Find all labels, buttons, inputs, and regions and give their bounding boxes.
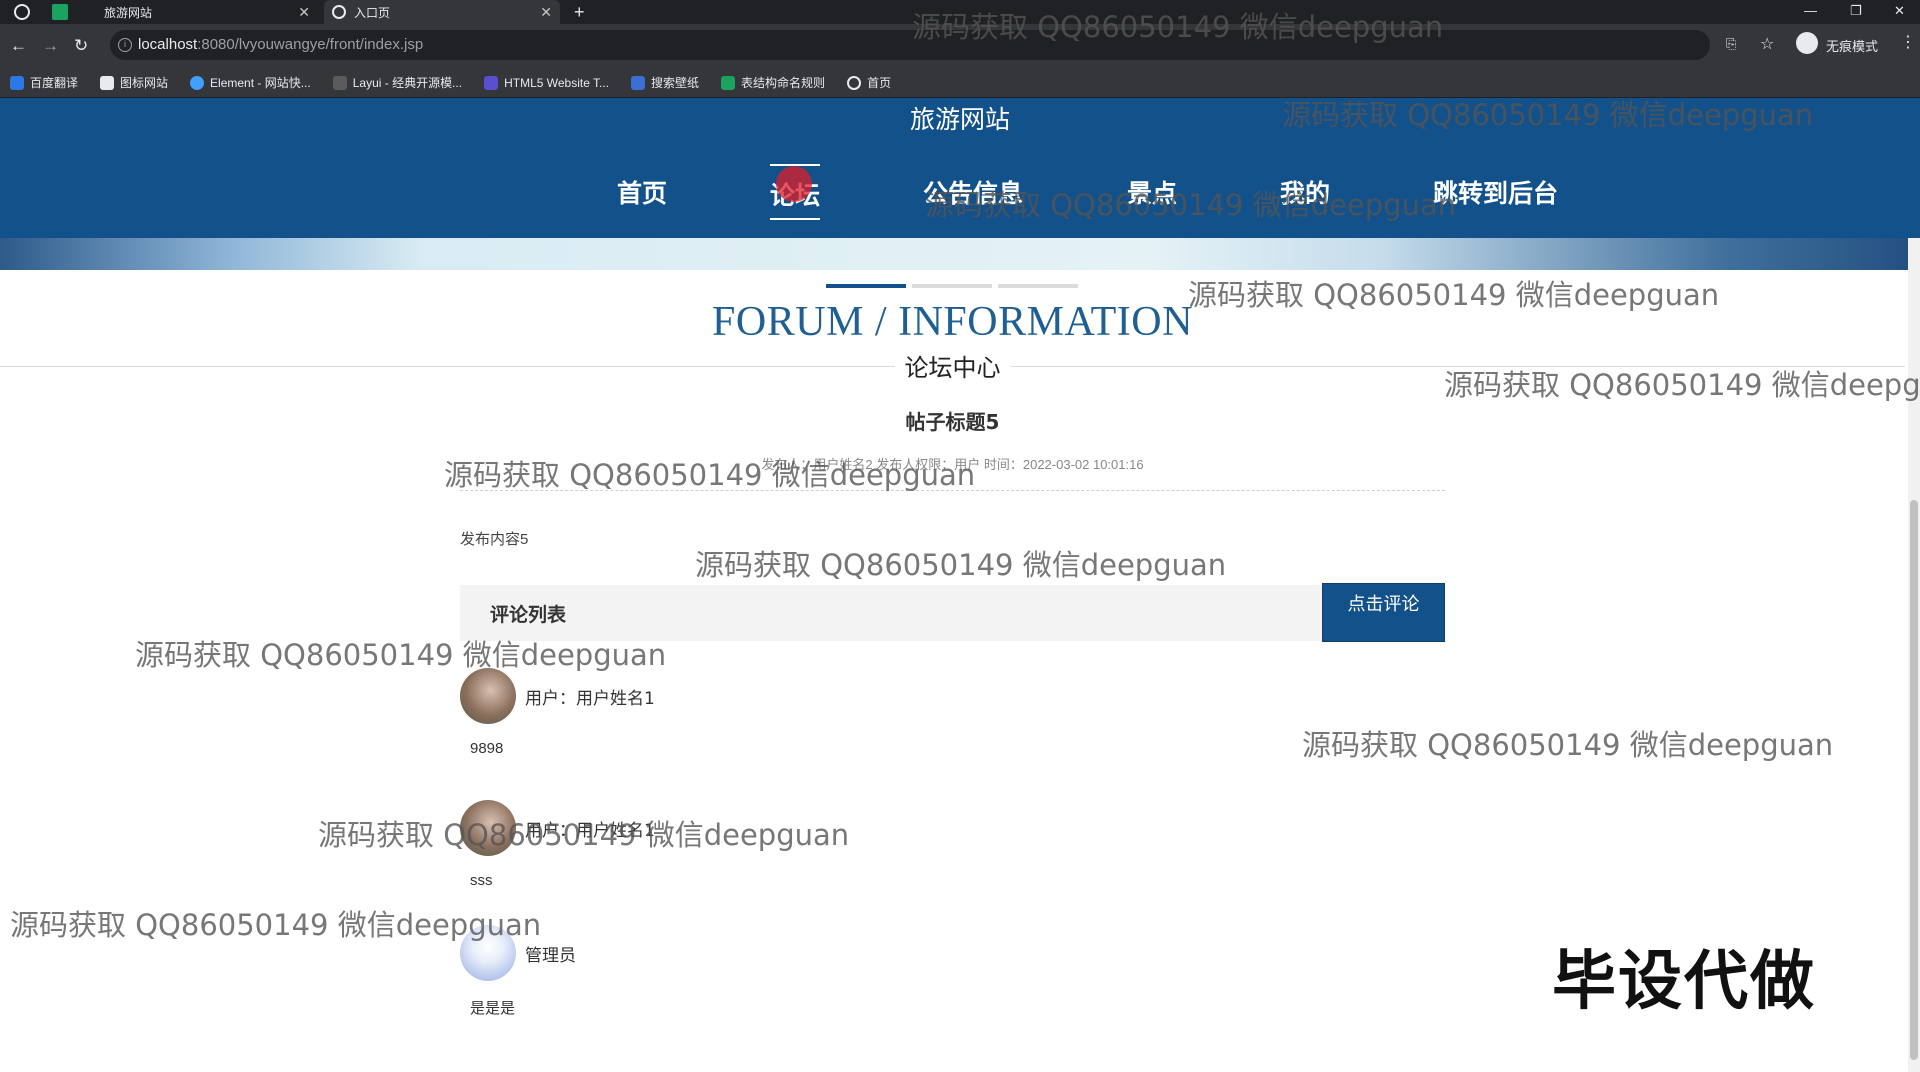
post-meta: 发布人：用户姓名2 发布人权限：用户 时间：2022-03-02 10:01:1… [761,457,1144,472]
sheet-icon [721,75,736,90]
url-path: :8080/lvyouwangye/front/index.jsp [197,36,424,53]
bookmark-item[interactable]: 首页 [847,74,891,91]
cursor-highlight [776,166,812,202]
info-icon[interactable]: i [118,38,132,52]
nav-admin[interactable]: 跳转到后台 [1433,164,1558,220]
browser-tab-strip: 旅游网站 ✕ 入口页 ✕ + — ❐ ✕ [0,0,1920,24]
scrollbar-thumb[interactable] [1910,500,1918,1060]
watermark: 源码获取 QQ86050149 微信deepguan [10,908,542,942]
avatar [460,925,516,981]
nav-mine[interactable]: 我的 [1280,164,1330,220]
layui-icon [332,75,347,90]
bookmarks-bar: 百度翻译 图标网站 Element - 网站快... Layui - 经典开源模… [0,68,1920,98]
restore-icon[interactable]: ❐ [1850,0,1862,24]
comment-user: 管理员 [525,946,576,966]
bookmark-item[interactable]: Element - 网站快... [190,74,311,91]
globe-icon [847,75,862,90]
tab-title: 入口页 [354,5,391,20]
close-window-icon[interactable]: ✕ [1894,0,1905,24]
bookmark-item[interactable]: 百度翻译 [10,74,78,91]
forward-icon[interactable]: → [42,36,59,56]
globe-icon [332,5,346,19]
indicator-active[interactable] [826,284,906,288]
close-icon[interactable]: ✕ [540,4,552,21]
wallpaper-icon [631,75,646,90]
chrome-icon[interactable] [14,4,30,20]
section-subtitle: 论坛中心 [0,348,1905,383]
menu-icon[interactable]: ⋮ [1900,32,1916,52]
flag-icon [100,75,115,90]
translate-icon [10,75,24,90]
nav-home[interactable]: 首页 [617,164,667,220]
comment-text: 9898 [470,740,504,757]
post-divider [460,490,1445,491]
site-title: 旅游网站 [909,105,1010,134]
url-host: localhost [138,36,198,53]
bookmark-item[interactable]: 图标网站 [100,74,168,91]
star-icon[interactable]: ☆ [1760,34,1774,54]
site-header: 旅游网站 首页 论坛 公告信息 景点 我的 跳转到后台 [0,98,1920,238]
nav-announcements[interactable]: 公告信息 [923,164,1023,220]
banner-strip [0,238,1920,270]
url-field[interactable]: i localhost:8080/lvyouwangye/front/index… [110,30,1710,60]
comment-list-heading: 评论列表 [490,604,567,626]
add-comment-button[interactable]: 点击评论 [1322,583,1445,642]
html5-icon [484,75,499,90]
main-nav: 首页 论坛 公告信息 景点 我的 跳转到后台 [0,164,1920,224]
post-title: 帖子标题5 [905,410,1000,434]
sheets-icon[interactable] [52,4,68,20]
stamp-text: 毕设代做 [1552,945,1816,1019]
nav-attractions[interactable]: 景点 [1127,164,1177,220]
tab-travel-site[interactable]: 旅游网站 ✕ [96,0,318,24]
section-title: FORUM / INFORMATION [712,299,1193,345]
watermark: 源码获取 QQ86050149 微信deepguan [1302,728,1834,762]
tab-title: 旅游网站 [104,5,153,20]
new-tab-button[interactable]: + [574,0,585,24]
bookmark-item[interactable]: 表结构命名规则 [721,74,825,91]
element-icon [190,75,205,90]
comment-user: 用户：用户姓名1 [525,689,655,709]
indicator[interactable] [912,284,992,288]
back-icon[interactable]: ← [10,36,27,56]
indicator[interactable] [998,284,1078,288]
avatar [460,668,516,724]
bookmark-item[interactable]: HTML5 Website T... [484,75,609,90]
translate-icon[interactable]: ⎘ [1726,36,1736,52]
address-bar-row: ← → ↻ i localhost:8080/lvyouwangye/front… [0,24,1920,68]
close-icon[interactable]: ✕ [298,4,310,21]
watermark: 源码获取 QQ86050149 微信deepguan [695,548,1227,582]
comment-text: sss [470,872,493,889]
comment-list-header: 评论列表 [460,585,1322,641]
reload-icon[interactable]: ↻ [74,36,88,56]
tab-entry-page[interactable]: 入口页 ✕ [324,0,560,24]
profile-label[interactable]: 无痕模式 [1826,36,1878,55]
bookmark-item[interactable]: Layui - 经典开源模... [332,74,462,91]
comment-user: 用户：用户姓名1 [525,821,655,841]
minimize-icon[interactable]: — [1804,0,1817,24]
post-content: 发布内容5 [460,531,529,548]
avatar [460,800,516,856]
profile-avatar-icon[interactable] [1796,32,1818,54]
bookmark-item[interactable]: 搜索壁纸 [631,74,699,91]
comment-text: 是是是 [470,1000,516,1017]
